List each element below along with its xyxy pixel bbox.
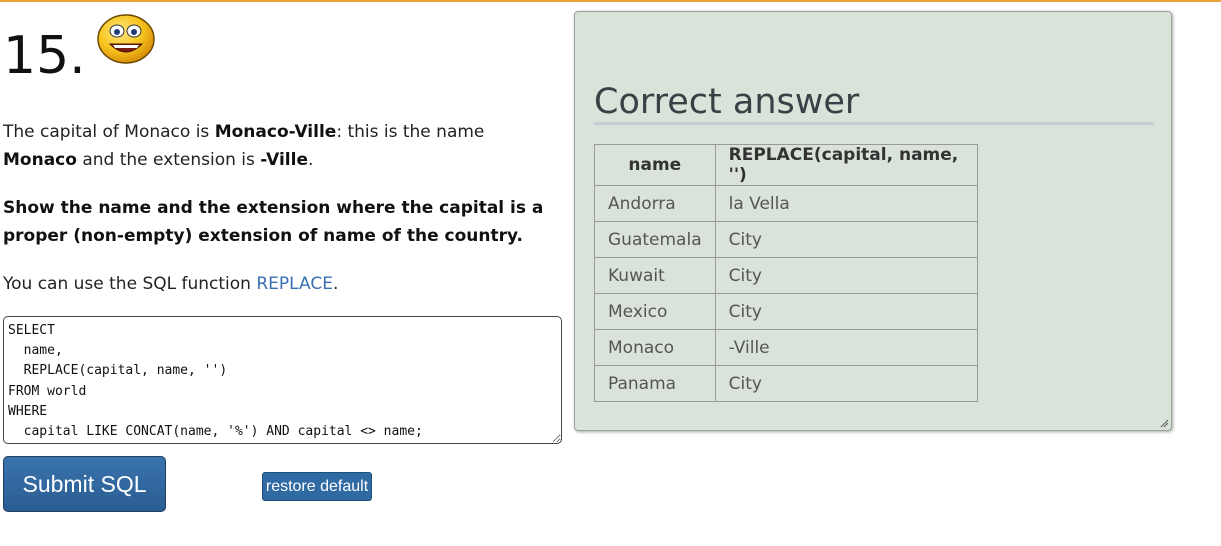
restore-default-button[interactable]: restore default <box>262 472 372 501</box>
top-accent-rule <box>0 0 1221 2</box>
cell-extension: City <box>714 293 978 330</box>
table-header-row: name REPLACE(capital, name, '') <box>594 144 978 186</box>
smiley-face-icon <box>97 14 155 64</box>
intro-text-2: : this is the name <box>336 122 485 142</box>
question-hint: You can use the SQL function REPLACE. <box>3 270 563 298</box>
cell-name: Panama <box>594 365 716 402</box>
intro-bold-capital: Monaco-Ville <box>214 122 337 142</box>
intro-text-4: . <box>308 150 314 170</box>
hint-period: . <box>332 274 339 294</box>
question-intro: The capital of Monaco is Monaco-Ville: t… <box>3 118 563 174</box>
correct-answer-panel: Correct answer name REPLACE(capital, nam… <box>574 11 1172 431</box>
cell-extension: City <box>714 221 978 258</box>
column-header-replace: REPLACE(capital, name, '') <box>714 144 978 186</box>
resize-grip-icon[interactable] <box>1159 418 1169 428</box>
table-row: Guatemala City <box>594 221 978 258</box>
replace-function-link[interactable]: REPLACE <box>256 274 333 294</box>
cell-extension: -Ville <box>714 329 978 366</box>
cell-name: Andorra <box>594 185 716 222</box>
cell-name: Guatemala <box>594 221 716 258</box>
answer-table: name REPLACE(capital, name, '') Andorra … <box>594 144 978 402</box>
intro-bold-name: Monaco <box>3 150 77 170</box>
answer-title: Correct answer <box>594 82 860 122</box>
cell-extension: City <box>714 365 978 402</box>
answer-title-divider <box>594 122 1154 125</box>
cell-name: Monaco <box>594 329 716 366</box>
cell-extension: City <box>714 257 978 294</box>
intro-bold-extension: -Ville <box>260 150 308 170</box>
intro-text-3: and the extension is <box>76 150 261 170</box>
hint-text: You can use the SQL function <box>3 274 257 294</box>
cell-name: Kuwait <box>594 257 716 294</box>
table-row: Kuwait City <box>594 257 978 294</box>
intro-text-1: The capital of Monaco is <box>3 122 215 142</box>
table-row: Monaco -Ville <box>594 329 978 366</box>
sql-editor[interactable]: SELECT name, REPLACE(capital, name, '') … <box>3 316 562 444</box>
question-task: Show the name and the extension where th… <box>3 198 544 246</box>
table-row: Andorra la Vella <box>594 185 978 222</box>
table-row: Panama City <box>594 365 978 402</box>
question-number: 15. <box>3 26 86 86</box>
table-row: Mexico City <box>594 293 978 330</box>
cell-name: Mexico <box>594 293 716 330</box>
column-header-name: name <box>594 144 716 186</box>
submit-sql-button[interactable]: Submit SQL <box>3 456 166 512</box>
cell-extension: la Vella <box>714 185 978 222</box>
